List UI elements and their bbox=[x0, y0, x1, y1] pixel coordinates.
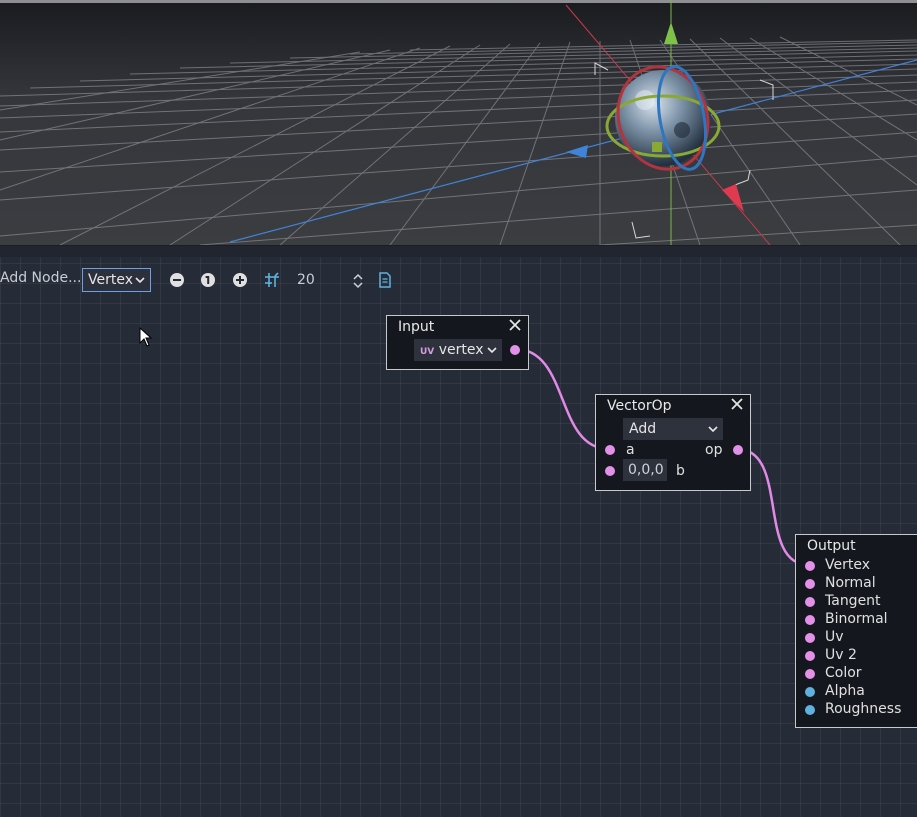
z-axis-arrow-icon[interactable] bbox=[566, 145, 588, 158]
spinner-icon[interactable] bbox=[351, 272, 365, 290]
chevron-down-icon bbox=[135, 277, 145, 284]
vectorop-node-title: VectorOp bbox=[607, 398, 672, 414]
output-node[interactable]: Output Vertex Normal Tangent Binormal Uv… bbox=[795, 534, 917, 728]
output-port-normal[interactable] bbox=[805, 579, 815, 589]
output-port-binormal-label: Binormal bbox=[825, 611, 888, 627]
output-port-tangent[interactable] bbox=[805, 597, 815, 607]
vectorop-port-a[interactable] bbox=[605, 445, 615, 455]
output-port-uv[interactable] bbox=[805, 633, 815, 643]
shader-mode-select[interactable]: Vertex bbox=[82, 268, 151, 292]
output-port-uv2-label: Uv 2 bbox=[825, 647, 857, 663]
vectorop-output-port[interactable] bbox=[733, 445, 743, 455]
output-port-color[interactable] bbox=[805, 669, 815, 679]
chevron-down-icon bbox=[708, 426, 718, 433]
x-axis-arrow-icon[interactable] bbox=[722, 184, 744, 212]
close-icon[interactable] bbox=[508, 318, 522, 332]
output-port-color-label: Color bbox=[825, 665, 862, 681]
snap-distance-value: 20 bbox=[297, 272, 315, 288]
output-port-uv2[interactable] bbox=[805, 651, 815, 661]
zoom-reset-icon[interactable] bbox=[200, 272, 216, 288]
output-port-uv-label: Uv bbox=[825, 629, 844, 645]
mouse-cursor-icon bbox=[139, 327, 153, 347]
ground-grid bbox=[0, 36, 917, 245]
snap-grid-icon[interactable] bbox=[264, 272, 280, 288]
shader-mode-value: Vertex bbox=[88, 272, 134, 288]
input-name-select[interactable]: UV vertex bbox=[414, 339, 502, 361]
vectorop-port-b-label: b bbox=[676, 463, 685, 479]
close-icon[interactable] bbox=[730, 397, 744, 411]
vectorop-port-b-input[interactable]: 0,0,0 bbox=[623, 459, 667, 481]
input-node[interactable]: Input UV vertex bbox=[386, 315, 529, 370]
vectorop-output-label: op bbox=[705, 442, 723, 458]
y-axis-arrow-icon[interactable] bbox=[664, 22, 678, 44]
zoom-in-icon[interactable] bbox=[232, 272, 248, 288]
panel-splitter[interactable] bbox=[0, 245, 917, 257]
output-node-title: Output bbox=[807, 538, 856, 554]
output-port-roughness-label: Roughness bbox=[825, 701, 902, 717]
output-port-alpha-label: Alpha bbox=[825, 683, 865, 699]
output-port-roughness[interactable] bbox=[805, 705, 815, 715]
chevron-down-icon bbox=[487, 347, 497, 354]
output-port-vertex-label: Vertex bbox=[825, 557, 871, 573]
editor-root: Add Node... Vertex 20 Input UV vertex Ve… bbox=[0, 0, 917, 817]
vectorop-node[interactable]: VectorOp Add a op 0,0,0 b bbox=[595, 394, 751, 491]
document-icon[interactable] bbox=[377, 272, 393, 288]
3d-viewport[interactable] bbox=[0, 0, 917, 245]
vectorop-port-a-label: a bbox=[626, 442, 635, 458]
input-node-title: Input bbox=[398, 319, 435, 335]
output-port-vertex[interactable] bbox=[805, 561, 815, 571]
input-output-port[interactable] bbox=[510, 345, 520, 355]
vectorop-port-b-value: 0,0,0 bbox=[628, 462, 664, 478]
vectorop-operation-value: Add bbox=[629, 421, 657, 437]
uv-icon: UV bbox=[420, 347, 435, 357]
output-port-normal-label: Normal bbox=[825, 575, 876, 591]
vectorop-operation-select[interactable]: Add bbox=[623, 418, 723, 440]
plane-handle[interactable] bbox=[652, 142, 662, 152]
input-name-value: vertex bbox=[438, 342, 484, 358]
zoom-out-icon[interactable] bbox=[169, 272, 185, 288]
output-port-tangent-label: Tangent bbox=[825, 593, 881, 609]
vectorop-port-b[interactable] bbox=[605, 466, 615, 476]
output-port-binormal[interactable] bbox=[805, 615, 815, 625]
output-port-alpha[interactable] bbox=[805, 687, 815, 697]
add-node-button[interactable]: Add Node... bbox=[0, 270, 81, 286]
viewport-scene bbox=[0, 0, 917, 245]
